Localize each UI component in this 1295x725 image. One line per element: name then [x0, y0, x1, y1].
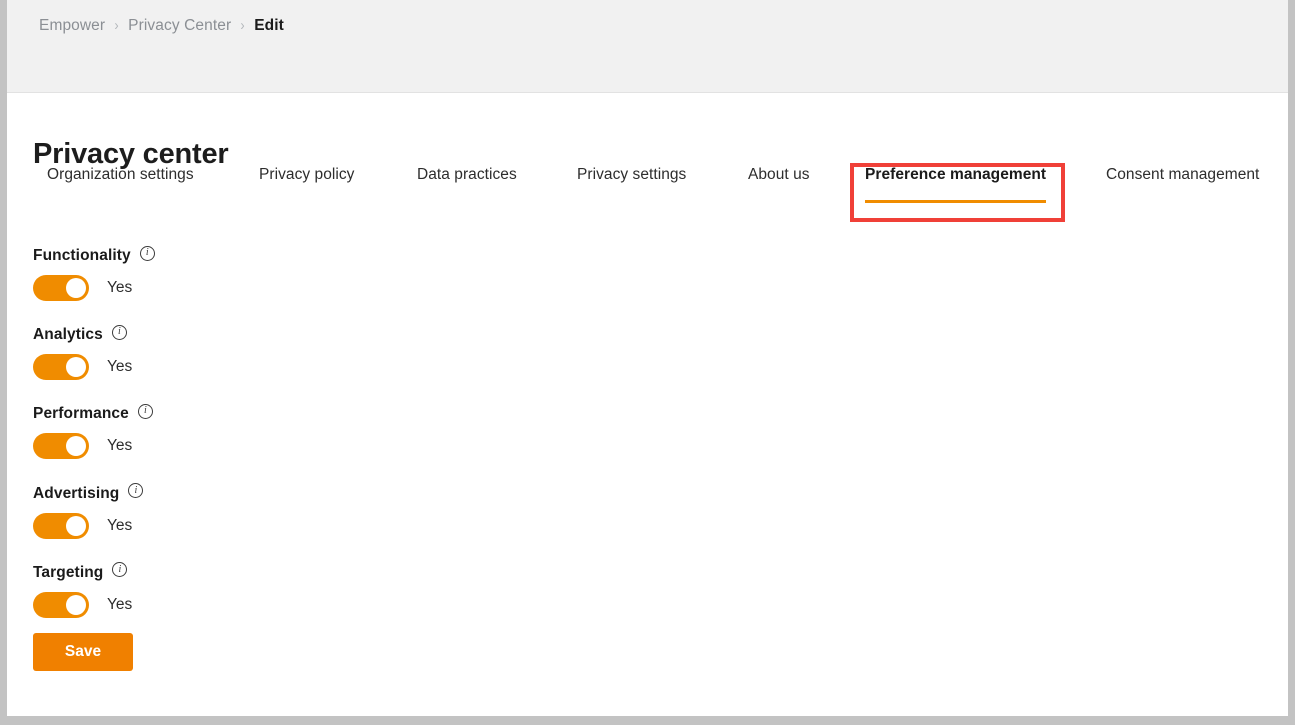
- tab-consent-management[interactable]: Consent management: [1106, 166, 1259, 212]
- preference-label-line: Advertising i: [33, 483, 633, 504]
- tab-about-us[interactable]: About us: [748, 166, 810, 212]
- preference-toggle-line: Yes: [33, 512, 633, 539]
- preference-row: Targeting i Yes: [33, 562, 633, 618]
- tab-preference-management[interactable]: Preference management: [865, 166, 1047, 212]
- preference-label-line: Functionality i: [33, 245, 633, 266]
- toggle-value-label: Yes: [107, 279, 133, 296]
- tab-active-underline: [577, 200, 686, 203]
- toggle-knob: [66, 515, 86, 536]
- preference-label: Analytics: [33, 326, 103, 344]
- tab-active-underline: [259, 200, 354, 203]
- toggle-value-label: Yes: [107, 595, 133, 613]
- tab-label: About us: [748, 166, 810, 183]
- preference-list: Functionality i Yes Analytics i Yes Performanc…: [33, 245, 633, 642]
- preference-row: Analytics i Yes: [33, 324, 633, 381]
- tab-active-underline: [47, 200, 194, 203]
- preference-label: Targeting: [33, 563, 104, 581]
- info-icon[interactable]: i: [128, 483, 144, 499]
- toggle-knob: [66, 278, 86, 298]
- tab-active-underline: [865, 200, 1047, 203]
- preference-label-line: Performance i: [33, 403, 633, 424]
- toggle-knob: [66, 357, 86, 378]
- tab-privacy-policy[interactable]: Privacy policy: [259, 166, 354, 212]
- preference-toggle-line: Yes: [33, 591, 633, 618]
- tab-active-underline: [1106, 200, 1259, 203]
- application-window: Empower › Privacy Center › Edit Privacy cent…: [7, 0, 1288, 716]
- breadcrumb-separator-icon: ›: [240, 17, 245, 34]
- tab-bar: Organization settings Privacy policy Data …: [33, 166, 1278, 212]
- preference-label-line: Analytics i: [33, 324, 633, 345]
- preference-toggle-line: Yes: [33, 275, 633, 301]
- tab-label: Preference management: [865, 166, 1047, 183]
- info-icon[interactable]: i: [137, 403, 153, 419]
- breadcrumb-item-privacy-center[interactable]: Privacy Center: [128, 16, 231, 36]
- toggle-switch[interactable]: [33, 433, 89, 460]
- preference-label-line: Targeting i: [33, 562, 633, 583]
- preference-label: Advertising: [33, 484, 120, 502]
- preference-row: Functionality i Yes: [33, 245, 633, 301]
- preference-toggle-line: Yes: [33, 433, 633, 460]
- breadcrumb: Empower › Privacy Center › Edit: [39, 16, 284, 36]
- preference-label: Performance: [33, 405, 129, 423]
- preference-toggle-line: Yes: [33, 354, 633, 381]
- tab-label: Organization settings: [47, 166, 194, 183]
- toggle-knob: [66, 436, 86, 457]
- toggle-value-label: Yes: [107, 516, 133, 534]
- info-icon[interactable]: i: [112, 562, 128, 578]
- tab-active-underline: [748, 200, 810, 203]
- preference-row: Advertising i Yes: [33, 483, 633, 539]
- save-button[interactable]: Save: [33, 633, 133, 671]
- toggle-switch[interactable]: [33, 275, 89, 301]
- breadcrumb-band: Empower › Privacy Center › Edit: [7, 0, 1288, 93]
- toggle-switch[interactable]: [33, 354, 89, 381]
- tab-label: Consent management: [1106, 166, 1260, 183]
- toggle-value-label: Yes: [107, 437, 133, 455]
- info-icon[interactable]: i: [139, 245, 155, 261]
- main-content: Privacy center Organization settings Priv…: [7, 94, 1288, 716]
- toggle-switch[interactable]: [33, 591, 89, 618]
- toggle-switch[interactable]: [33, 512, 89, 539]
- tab-active-underline: [417, 200, 517, 203]
- breadcrumb-item-edit: Edit: [254, 17, 284, 34]
- toggle-value-label: Yes: [107, 358, 133, 376]
- preference-row: Performance i Yes: [33, 403, 633, 460]
- breadcrumb-item-empower[interactable]: Empower: [39, 16, 105, 36]
- preference-label: Functionality: [33, 247, 131, 264]
- tab-label: Privacy policy: [259, 166, 355, 183]
- info-icon[interactable]: i: [111, 324, 127, 340]
- toggle-knob: [66, 594, 86, 615]
- tab-data-practices[interactable]: Data practices: [417, 166, 517, 212]
- tab-privacy-settings[interactable]: Privacy settings: [577, 166, 686, 212]
- tab-label: Privacy settings: [577, 166, 687, 183]
- breadcrumb-separator-icon: ›: [114, 17, 119, 34]
- tab-label: Data practices: [417, 166, 517, 183]
- tab-organization-settings[interactable]: Organization settings: [47, 166, 194, 212]
